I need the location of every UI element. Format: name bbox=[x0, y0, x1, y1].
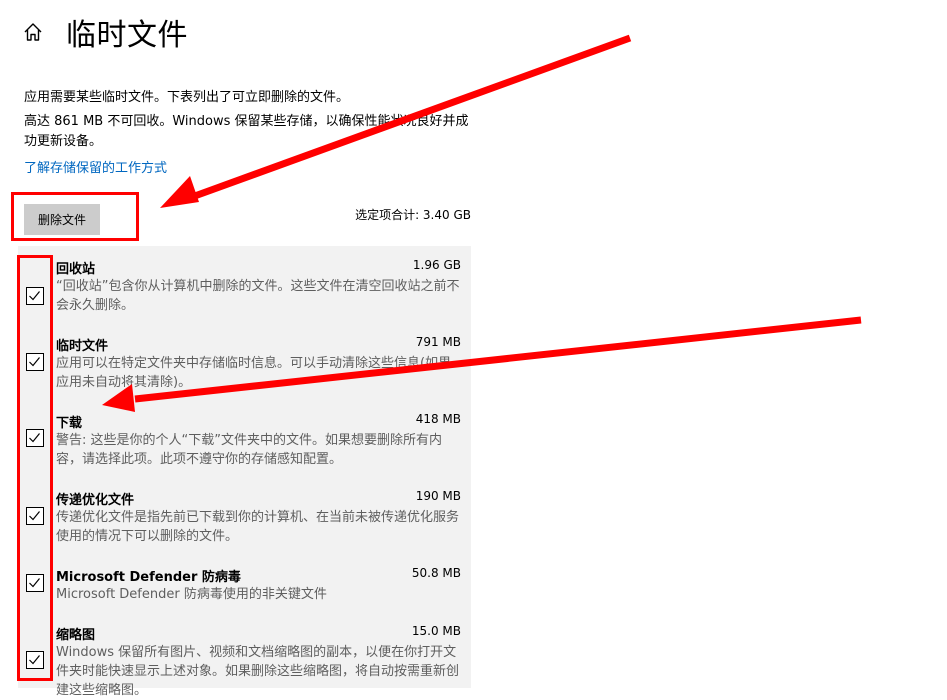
annotation-arrow-head bbox=[160, 176, 199, 208]
item-description: 传递优化文件是指先前已下载到你的计算机、在当前未被传递优化服务使用的情况下可以删… bbox=[56, 510, 460, 544]
temp-files-list: 回收站 1.96 GB “回收站”包含你从计算机中删除的文件。这些文件在清空回收… bbox=[18, 246, 471, 698]
item-description: Windows 保留所有图片、视频和文档缩略图的副本，以便在你打开文件夹时能快速… bbox=[56, 645, 460, 698]
annotation-box-checkboxes bbox=[17, 255, 53, 681]
item-name: 下载 bbox=[56, 416, 83, 431]
item-size: 15.0 MB bbox=[411, 624, 461, 638]
item-size: 418 MB bbox=[415, 412, 461, 426]
item-size: 791 MB bbox=[415, 335, 461, 349]
item-description: 警告: 这些是你的个人“下载”文件夹中的文件。如果想要删除所有内容，请选择此项。… bbox=[56, 433, 442, 467]
item-size: 50.8 MB bbox=[411, 566, 461, 580]
page-title: 临时文件 bbox=[66, 18, 188, 53]
item-name: 缩略图 bbox=[56, 628, 96, 643]
item-name: 传递优化文件 bbox=[56, 493, 135, 508]
storage-reserve-text: 高达 861 MB 不可回收。Windows 保留某些存储，以确保性能状况良好并… bbox=[24, 114, 469, 149]
item-description: Microsoft Defender 防病毒使用的非关键文件 bbox=[56, 587, 327, 602]
item-size: 1.96 GB bbox=[412, 258, 461, 272]
description-text: 应用需要某些临时文件。下表列出了可立即删除的文件。 bbox=[24, 90, 350, 105]
home-icon[interactable] bbox=[22, 21, 44, 43]
learn-storage-reserve-link[interactable]: 了解存储保留的工作方式 bbox=[24, 157, 167, 176]
item-name: 回收站 bbox=[56, 262, 96, 277]
item-name: 临时文件 bbox=[56, 339, 109, 354]
item-size: 190 MB bbox=[415, 489, 461, 503]
total-selected: 选定项合计: 3.40 GB bbox=[355, 208, 471, 222]
item-description: 应用可以在特定文件夹中存储临时信息。可以手动清除这些信息(如果应用未自动将其清除… bbox=[56, 356, 452, 390]
item-name: Microsoft Defender 防病毒 bbox=[56, 570, 241, 585]
annotation-box-delete-button bbox=[11, 192, 139, 241]
item-description: “回收站”包含你从计算机中删除的文件。这些文件在清空回收站之前不会永久删除。 bbox=[56, 279, 460, 313]
